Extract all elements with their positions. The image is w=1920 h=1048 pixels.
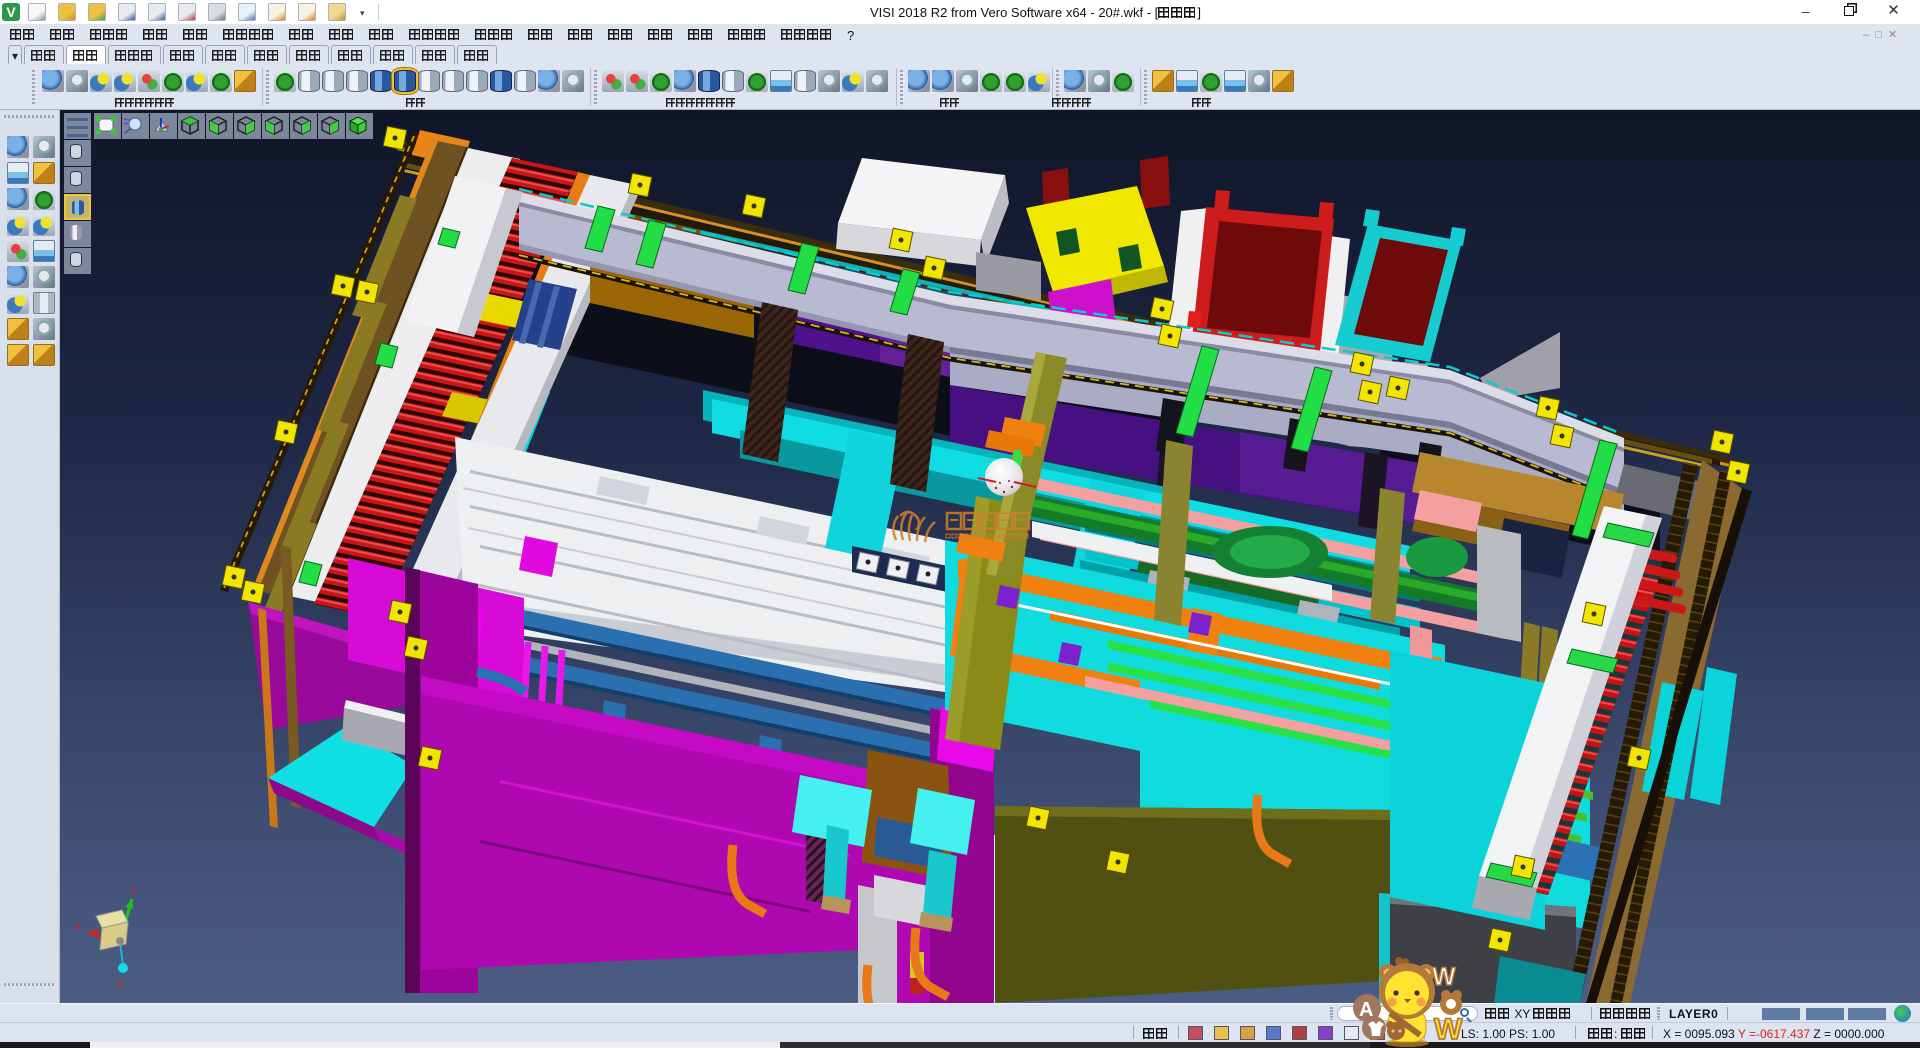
svg-text:Z: Z bbox=[117, 978, 124, 990]
svg-text:W: W bbox=[1434, 1013, 1463, 1046]
svg-text:Y: Y bbox=[130, 886, 138, 898]
svg-text:W: W bbox=[1432, 963, 1456, 991]
svg-text:X: X bbox=[74, 921, 82, 933]
